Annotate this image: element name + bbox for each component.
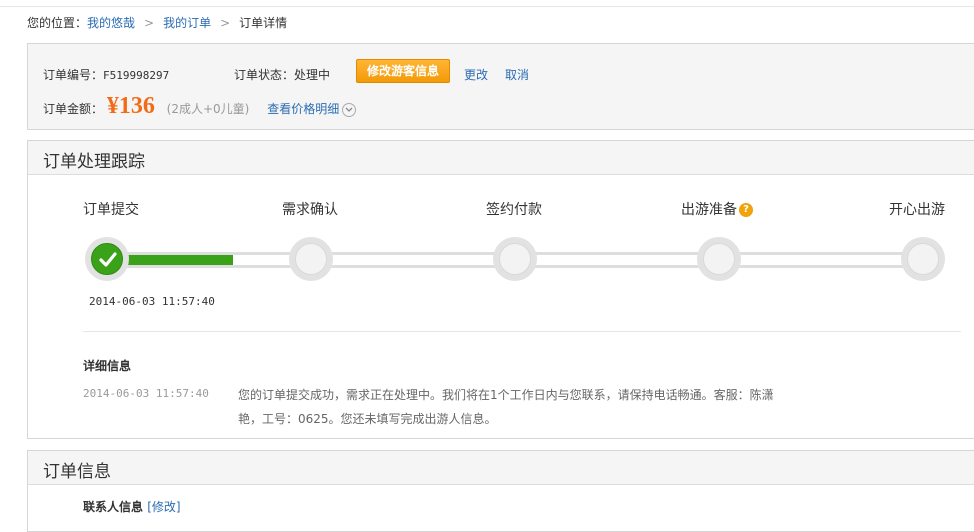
step-node-payment [493,237,537,281]
detail-time: 2014-06-03 11:57:40 [83,387,209,400]
order-status-value: 处理中 [294,68,331,82]
breadcrumb-separator: > [144,16,155,30]
divider [83,331,961,332]
order-number-row: 订单编号：F519998297 [43,66,169,83]
breadcrumb-my-youzai[interactable]: 我的悠哉 [87,16,135,30]
section-header: 订单信息 [28,451,974,485]
price-detail-label: 查看价格明细 [267,102,340,116]
people-count: (2成人+0儿童) [166,102,250,116]
step-node-submit [85,237,129,281]
breadcrumb-current: 订单详情 [239,16,288,30]
check-icon [99,252,117,267]
cancel-link[interactable]: 取消 [505,66,529,83]
step-node-confirm [289,237,333,281]
step-node-prepare [697,237,741,281]
order-summary-panel: 订单编号：F519998297 订单状态：处理中 修改游客信息 更改 取消 订单… [27,43,974,130]
section-header: 订单处理跟踪 [28,141,974,175]
tracking-title: 订单处理跟踪 [43,152,145,172]
contact-info-label: 联系人信息 [83,500,144,514]
modify-traveler-button[interactable]: 修改游客信息 [356,59,450,83]
order-status-label: 订单状态： [234,68,295,82]
step-node-travel [901,237,945,281]
help-icon[interactable]: ? [739,203,753,217]
order-amount-label: 订单金额： [43,102,104,116]
breadcrumb-my-orders[interactable]: 我的订单 [163,16,211,30]
change-link[interactable]: 更改 [464,66,488,83]
step-label-confirm: 需求确认 [282,202,338,218]
order-number-value: F519998297 [103,69,170,82]
order-amount-row: 订单金额： ¥136 (2成人+0儿童) 查看价格明细 [43,93,357,119]
price-detail-link[interactable]: 查看价格明细 [267,102,357,117]
step-label-submit: 订单提交 [83,202,139,218]
order-status-row: 订单状态：处理中 [234,66,330,83]
breadcrumb-prefix: 您的位置： [27,16,88,30]
step-timestamp: 2014-06-03 11:57:40 [89,295,215,308]
order-amount-value: ¥136 [106,93,155,119]
detail-title: 详细信息 [83,359,132,373]
contact-info-row: 联系人信息 [修改] [83,498,181,515]
order-tracking-panel: 订单处理跟踪 订单提交 需求确认 签约付款 出游准备? 开心出游 2014-06… [27,140,974,439]
order-number-label: 订单编号： [43,68,104,82]
chevron-down-icon [342,102,357,117]
step-label-prepare: 出游准备? [681,199,753,219]
step-label-payment: 签约付款 [486,202,542,218]
breadcrumb-separator: > [220,16,231,30]
top-divider [0,0,974,7]
detail-text: 您的订单提交成功，需求正在处理中。我们将在1个工作日内与您联系，请保持电话畅通。… [238,388,774,426]
order-info-panel: 订单信息 联系人信息 [修改] [27,450,974,532]
contact-edit-link[interactable]: [修改] [147,500,180,514]
order-info-title: 订单信息 [43,462,111,482]
step-label-travel: 开心出游 [889,202,945,218]
step-label-prepare-text: 出游准备 [681,202,737,218]
breadcrumb: 您的位置：我的悠哉 > 我的订单 > 订单详情 [27,14,287,31]
